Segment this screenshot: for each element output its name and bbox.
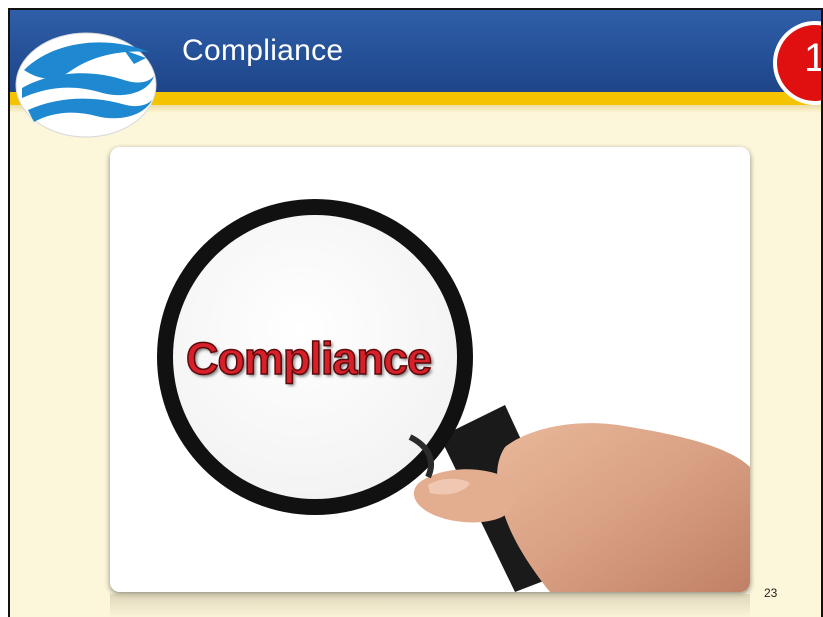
slide-number: 23 — [764, 586, 778, 600]
badge-number: 1 — [804, 36, 821, 81]
slide: Compliance 1 — [8, 8, 823, 617]
slide-title: Compliance — [182, 34, 344, 67]
wave-logo-icon — [15, 32, 157, 138]
magnified-text: Compliance — [185, 332, 433, 385]
photo-reflection — [110, 594, 750, 617]
